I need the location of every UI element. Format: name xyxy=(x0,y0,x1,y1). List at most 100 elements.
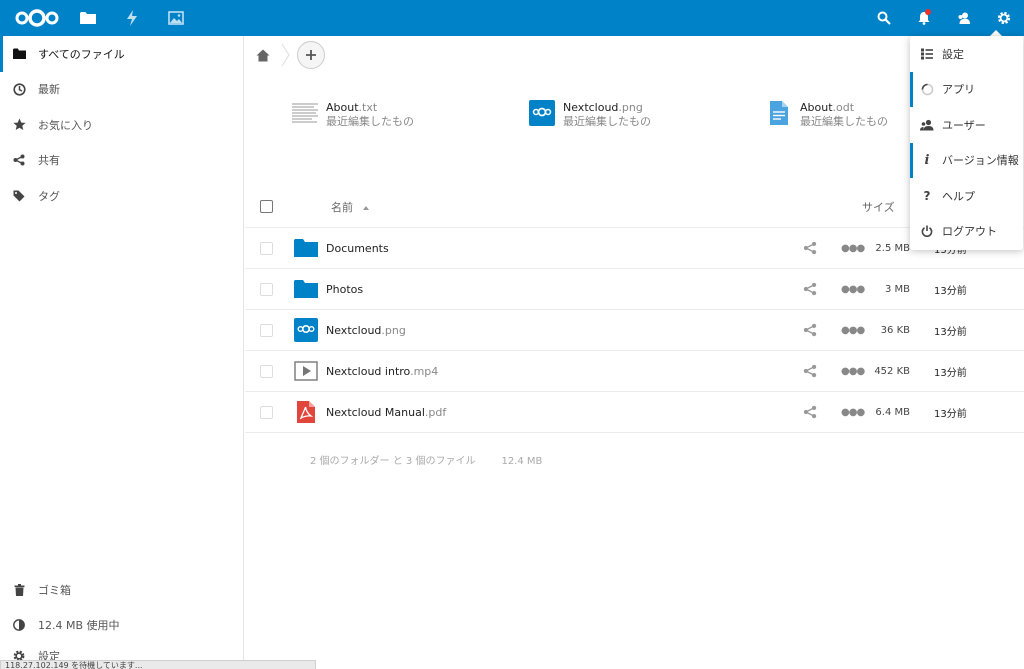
file-ext: .png xyxy=(381,323,406,337)
file-summary: 2 個のフォルダー と 3 個のファイル 12.4 MB xyxy=(310,452,542,467)
row-checkbox[interactable] xyxy=(260,282,273,296)
nextcloud-logo[interactable] xyxy=(8,0,66,36)
menu-item-label: ヘルプ xyxy=(942,189,975,203)
new-file-button[interactable] xyxy=(297,41,325,69)
sidebar-item-shared[interactable]: 共有 xyxy=(0,143,243,179)
menu-item-apps[interactable]: アプリ xyxy=(910,71,1023,108)
row-checkbox[interactable] xyxy=(260,323,273,337)
recent-file-name: About xyxy=(800,101,833,114)
home-icon[interactable] xyxy=(245,36,281,74)
app-navigation: すべてのファイル 最新 お気に入り 共有 タグ ゴミ箱 12.4 MB 使用中 … xyxy=(0,36,244,669)
sidebar-item-label: ゴミ箱 xyxy=(38,583,71,597)
files-app-icon[interactable] xyxy=(66,0,110,36)
file-name: Nextcloud xyxy=(326,323,382,337)
recent-subtitle: 最近編集したもの xyxy=(800,115,888,128)
more-actions-icon[interactable]: ●●● xyxy=(841,243,865,254)
recent-file-name: About xyxy=(326,101,359,114)
top-header xyxy=(0,0,1024,37)
more-actions-icon[interactable]: ●●● xyxy=(841,325,865,336)
table-row[interactable]: Nextcloud Manual.pdf ●●● 6.4 MB 13分前 xyxy=(245,392,1024,433)
folder-icon xyxy=(12,47,26,61)
file-size: 3 MB xyxy=(884,283,910,295)
share-icon[interactable] xyxy=(803,323,817,337)
row-checkbox[interactable] xyxy=(260,405,273,419)
pdf-file-icon xyxy=(294,400,318,424)
tag-icon xyxy=(12,189,26,203)
sidebar-item-label: タグ xyxy=(38,189,60,203)
info-icon: i xyxy=(924,152,930,168)
sidebar-item-label: お気に入り xyxy=(38,118,93,132)
table-row[interactable]: Nextcloud.png ●●● 36 KB 13分前 xyxy=(245,310,1024,351)
sidebar-item-label: 最新 xyxy=(38,83,60,97)
menu-item-settings[interactable]: 設定 xyxy=(910,36,1023,72)
name-column-header[interactable]: 名前 xyxy=(331,199,369,215)
menu-item-label: アプリ xyxy=(942,83,975,97)
share-icon[interactable] xyxy=(803,364,817,378)
file-size: 36 KB xyxy=(880,324,910,336)
image-thumbnail-icon xyxy=(294,318,318,342)
file-ext: .mp4 xyxy=(410,364,439,378)
recent-subtitle: 最近編集したもの xyxy=(563,115,651,128)
row-checkbox[interactable] xyxy=(260,364,273,378)
recent-item[interactable]: About.txt 最近編集したもの xyxy=(292,100,529,129)
sidebar-item-quota: 12.4 MB 使用中 xyxy=(0,608,243,644)
trash-icon xyxy=(12,583,26,597)
recent-subtitle: 最近編集したもの xyxy=(326,115,414,128)
contacts-icon[interactable] xyxy=(944,0,984,36)
search-icon[interactable] xyxy=(864,0,904,36)
share-icon[interactable] xyxy=(803,282,817,296)
notification-dot xyxy=(925,9,931,15)
sidebar-item-all-files[interactable]: すべてのファイル xyxy=(0,36,243,72)
star-icon xyxy=(12,118,26,132)
folder-icon xyxy=(294,236,318,260)
settings-dropdown-menu: 設定 アプリ ユーザー i バージョン情報 ? ヘルプ ログアウト xyxy=(910,36,1023,250)
menu-item-users[interactable]: ユーザー xyxy=(910,107,1023,143)
recent-item[interactable]: Nextcloud.png 最近編集したもの xyxy=(529,100,766,129)
document-file-icon xyxy=(766,100,792,126)
folder-icon xyxy=(294,277,318,301)
menu-item-label: バージョン情報 xyxy=(942,154,1019,168)
settings-list-icon xyxy=(920,47,934,61)
sidebar-item-favorites[interactable]: お気に入り xyxy=(0,107,243,143)
recent-file-ext: .txt xyxy=(358,101,378,114)
browser-status-bar: 118.27.102.149 を待機しています... xyxy=(0,660,316,669)
sidebar-item-trashbin[interactable]: ゴミ箱 xyxy=(0,572,243,608)
recent-files: About.txt 最近編集したもの Nextcloud.png 最近編集したも… xyxy=(292,100,1003,129)
file-ext: .pdf xyxy=(424,405,447,419)
select-all-checkbox[interactable] xyxy=(260,200,273,213)
file-size: 2.5 MB xyxy=(875,242,910,254)
summary-size: 12.4 MB xyxy=(501,456,543,467)
menu-item-label: ログアウト xyxy=(942,225,997,239)
settings-gear-icon[interactable] xyxy=(984,0,1024,37)
users-icon xyxy=(920,118,934,132)
sidebar-item-recent[interactable]: 最新 xyxy=(0,72,243,108)
clock-icon xyxy=(12,82,26,96)
more-actions-icon[interactable]: ●●● xyxy=(841,284,865,295)
file-modified: 13分前 xyxy=(934,367,967,379)
file-list-header: 名前 サイズ xyxy=(245,186,1024,228)
summary-counts: 2 個のフォルダー と 3 個のファイル xyxy=(310,456,476,467)
gallery-app-icon[interactable] xyxy=(154,0,198,36)
loading-spinner-icon xyxy=(920,82,934,96)
sidebar-item-tags[interactable]: タグ xyxy=(0,178,243,214)
size-column-header[interactable]: サイズ xyxy=(862,199,895,215)
more-actions-icon[interactable]: ●●● xyxy=(841,407,865,418)
menu-item-help[interactable]: ? ヘルプ xyxy=(910,178,1023,214)
share-icon[interactable] xyxy=(803,241,817,255)
notifications-bell-icon[interactable] xyxy=(904,0,944,36)
share-icon xyxy=(12,153,26,167)
menu-item-about[interactable]: i バージョン情報 xyxy=(910,142,1023,179)
activity-app-icon[interactable] xyxy=(110,0,154,36)
text-file-thumbnail-icon xyxy=(292,100,318,126)
share-icon[interactable] xyxy=(803,405,817,419)
more-actions-icon[interactable]: ●●● xyxy=(841,366,865,377)
file-name: Nextcloud Manual xyxy=(326,405,425,419)
table-row[interactable]: Documents ●●● 2.5 MB 13分前 xyxy=(245,228,1024,269)
breadcrumb xyxy=(245,36,325,74)
table-row[interactable]: Photos ●●● 3 MB 13分前 xyxy=(245,269,1024,310)
menu-item-logout[interactable]: ログアウト xyxy=(910,214,1023,250)
recent-file-name: Nextcloud xyxy=(563,101,619,114)
row-checkbox[interactable] xyxy=(260,241,273,255)
video-file-icon xyxy=(294,359,318,383)
table-row[interactable]: Nextcloud intro.mp4 ●●● 452 KB 13分前 xyxy=(245,351,1024,392)
